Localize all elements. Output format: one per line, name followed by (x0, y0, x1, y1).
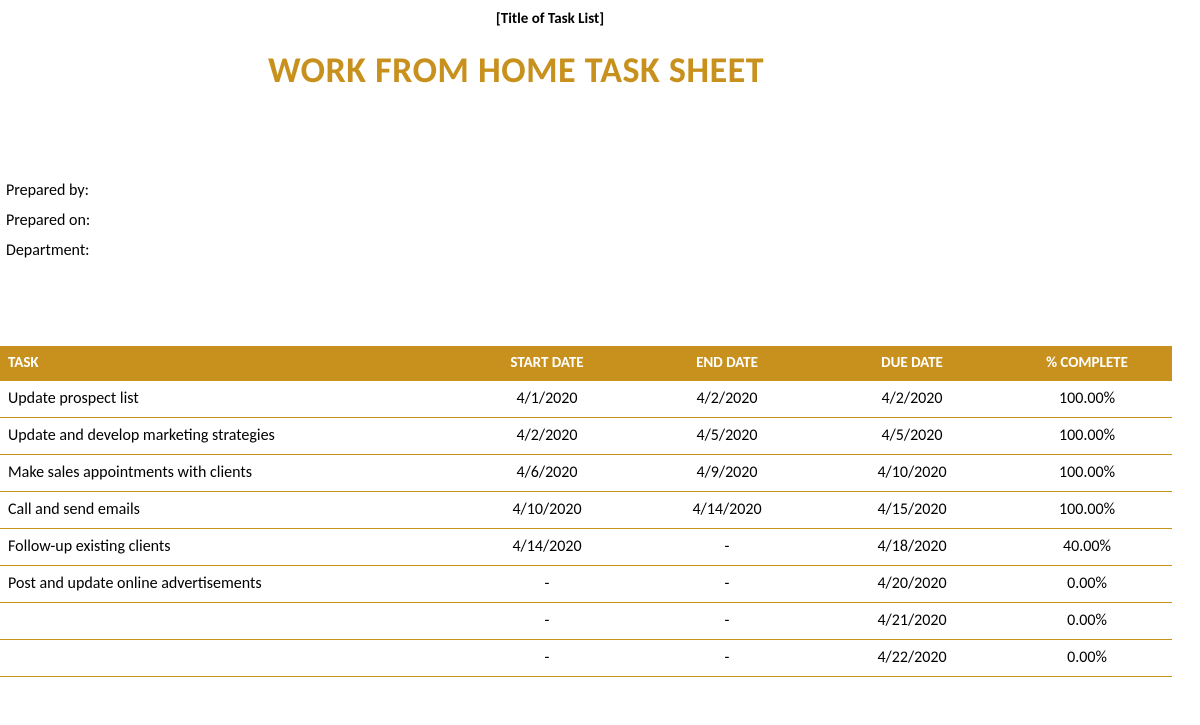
cell-start: - (462, 603, 632, 640)
cell-start: 4/14/2020 (462, 529, 632, 566)
cell-pct: 0.00% (1002, 603, 1172, 640)
cell-start: - (462, 566, 632, 603)
table-row: Update and develop marketing strategies … (0, 418, 1172, 455)
prepared-by-label: Prepared by: (6, 176, 1200, 206)
cell-end: 4/2/2020 (632, 381, 822, 418)
document-page: [Title of Task List] WORK FROM HOME TASK… (0, 0, 1200, 677)
meta-block: Prepared by: Prepared on: Department: (0, 176, 1200, 266)
cell-task: Call and send emails (0, 492, 462, 529)
cell-task: Follow-up existing clients (0, 529, 462, 566)
col-header-end-date: END DATE (632, 346, 822, 381)
cell-due: 4/18/2020 (822, 529, 1002, 566)
department-label: Department: (6, 236, 1200, 266)
cell-end: - (632, 603, 822, 640)
cell-start: 4/2/2020 (462, 418, 632, 455)
cell-task (0, 603, 462, 640)
cell-end: - (632, 529, 822, 566)
cell-pct: 40.00% (1002, 529, 1172, 566)
cell-end: - (632, 566, 822, 603)
cell-end: - (632, 640, 822, 677)
table-row: Update prospect list 4/1/2020 4/2/2020 4… (0, 381, 1172, 418)
cell-pct: 100.00% (1002, 381, 1172, 418)
cell-due: 4/20/2020 (822, 566, 1002, 603)
col-header-due-date: DUE DATE (822, 346, 1002, 381)
cell-end: 4/5/2020 (632, 418, 822, 455)
main-title: WORK FROM HOME TASK SHEET (0, 48, 1200, 92)
cell-due: 4/21/2020 (822, 603, 1002, 640)
table-row: Make sales appointments with clients 4/6… (0, 455, 1172, 492)
col-header-task: TASK (0, 346, 462, 381)
cell-due: 4/2/2020 (822, 381, 1002, 418)
table-row: Follow-up existing clients 4/14/2020 - 4… (0, 529, 1172, 566)
task-table: TASK START DATE END DATE DUE DATE % COMP… (0, 346, 1172, 677)
cell-pct: 0.00% (1002, 566, 1172, 603)
cell-start: 4/1/2020 (462, 381, 632, 418)
cell-pct: 100.00% (1002, 455, 1172, 492)
prepared-on-label: Prepared on: (6, 206, 1200, 236)
table-row: - - 4/22/2020 0.00% (0, 640, 1172, 677)
cell-end: 4/9/2020 (632, 455, 822, 492)
task-table-body: Update prospect list 4/1/2020 4/2/2020 4… (0, 381, 1172, 677)
cell-due: 4/10/2020 (822, 455, 1002, 492)
cell-due: 4/22/2020 (822, 640, 1002, 677)
cell-task: Update and develop marketing strategies (0, 418, 462, 455)
col-header-start-date: START DATE (462, 346, 632, 381)
cell-pct: 100.00% (1002, 418, 1172, 455)
cell-start: 4/6/2020 (462, 455, 632, 492)
cell-task (0, 640, 462, 677)
cell-end: 4/14/2020 (632, 492, 822, 529)
cell-task: Update prospect list (0, 381, 462, 418)
table-header-row: TASK START DATE END DATE DUE DATE % COMP… (0, 346, 1172, 381)
cell-task: Make sales appointments with clients (0, 455, 462, 492)
cell-start: - (462, 640, 632, 677)
title-placeholder: [Title of Task List] (0, 10, 1200, 28)
cell-pct: 100.00% (1002, 492, 1172, 529)
cell-start: 4/10/2020 (462, 492, 632, 529)
col-header-pct-complete: % COMPLETE (1002, 346, 1172, 381)
table-row: Post and update online advertisements - … (0, 566, 1172, 603)
cell-due: 4/15/2020 (822, 492, 1002, 529)
cell-pct: 0.00% (1002, 640, 1172, 677)
cell-due: 4/5/2020 (822, 418, 1002, 455)
table-row: Call and send emails 4/10/2020 4/14/2020… (0, 492, 1172, 529)
table-row: - - 4/21/2020 0.00% (0, 603, 1172, 640)
cell-task: Post and update online advertisements (0, 566, 462, 603)
